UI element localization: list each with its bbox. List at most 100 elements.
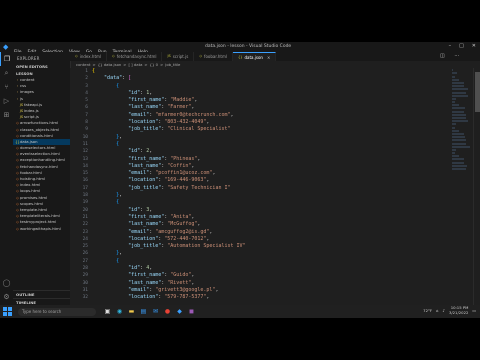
extensions-icon[interactable]: ⊞ <box>0 108 13 122</box>
minimap-line <box>452 136 465 139</box>
breadcrumb-item[interactable]: [ ] data <box>128 62 142 67</box>
code-token: , <box>119 192 123 199</box>
code-token: "pcoffin1@ucoz.com" <box>155 170 213 177</box>
tab-foobar-html[interactable]: ◇ foobar.html <box>194 52 233 61</box>
code-line: "first_name": "Anita", <box>92 214 246 221</box>
close-icon[interactable]: ✕ <box>472 43 476 49</box>
run-debug-icon[interactable]: ▷ <box>0 94 13 108</box>
search-icon[interactable]: ⌕ <box>0 66 13 80</box>
minimap-line <box>452 152 456 155</box>
code-line: { <box>92 141 246 148</box>
project-folder[interactable]: LESSON <box>13 70 70 77</box>
code-line: "email": "grivett3@google.pl", <box>92 287 246 294</box>
code-line: { <box>92 199 246 206</box>
breadcrumb-item[interactable]: {} data.json <box>98 62 122 67</box>
code-token: "last_name" <box>128 279 162 286</box>
code-line: }, <box>92 134 246 141</box>
more-actions-icon[interactable]: ⋯ <box>454 53 463 59</box>
app-icon[interactable]: ◼ <box>188 308 195 315</box>
minimap-line <box>452 110 464 113</box>
volume-icon[interactable]: ♪ <box>443 308 445 313</box>
minimap-line <box>452 75 456 78</box>
tab-data-json[interactable]: {} data.json × <box>233 52 277 61</box>
task-view-icon[interactable]: ▣ <box>104 308 111 315</box>
tab-index-html[interactable]: ◇ index.html <box>70 52 108 61</box>
breadcrumb-item[interactable]: job_title <box>165 62 180 67</box>
minimap[interactable] <box>450 68 472 306</box>
chrome-icon[interactable]: ● <box>164 308 171 315</box>
minimap-line <box>452 155 459 158</box>
tab-label: foobar.html <box>204 54 227 59</box>
tab-script-js[interactable]: JS script.js <box>162 52 195 61</box>
code-token: "amcguffog2@is.gd" <box>155 228 210 235</box>
line-number: 30 <box>82 280 88 286</box>
outline-section[interactable]: OUTLINE <box>13 290 70 298</box>
code-line: "last_name": "Farmer", <box>92 104 246 111</box>
code-line: { <box>92 83 246 90</box>
file-tree: › content › css › images › js JS fakeapi.js JS inde… <box>13 77 70 232</box>
code-token: [ <box>128 75 132 82</box>
minimap-line <box>452 139 466 142</box>
breadcrumb-item[interactable]: {} 0 <box>150 62 158 67</box>
minimap-line <box>452 94 469 97</box>
windows-start-icon[interactable] <box>3 306 13 317</box>
code-line: "id": 3, <box>92 207 246 214</box>
line-number: 6 <box>85 105 88 111</box>
code-token: "572-440-7012" <box>164 235 207 242</box>
tree-item[interactable]: ◇ workingwithapis.html <box>13 226 70 232</box>
file-explorer-icon[interactable]: ▬ <box>128 308 135 315</box>
code-token: , <box>194 97 198 104</box>
code-token: { <box>92 68 96 74</box>
line-number: 19 <box>82 200 88 206</box>
title-bar: ◆ FileEditSelectionViewGoRunTerminalHelp… <box>0 42 480 55</box>
edge-icon[interactable]: ◉ <box>116 308 123 315</box>
maximize-icon[interactable]: □ <box>459 43 464 49</box>
tab-fetchandasync-html[interactable]: ◇ fetchandasync.html <box>107 52 163 61</box>
code-editor[interactable]: 1 2 3 4 5 6 7 8 9 10 11 12 13 14 15 16 17 18 19 20 21 22 23 24 2… <box>70 68 450 306</box>
vscode-taskbar-icon[interactable]: ◆ <box>176 308 183 315</box>
weather-label[interactable]: 72°F <box>423 308 432 313</box>
code-token: "Rivett" <box>167 279 192 286</box>
settings-gear-icon[interactable]: ⚙ <box>0 290 13 304</box>
account-icon[interactable]: ◯ <box>0 276 13 290</box>
network-icon[interactable]: ⌂ <box>436 308 438 313</box>
scroll-thumb[interactable] <box>475 72 480 112</box>
line-number: 7 <box>85 112 88 118</box>
split-editor-icon[interactable]: ◫ <box>440 53 449 59</box>
code-token: "job_title" <box>128 243 162 250</box>
code-line: "id": 2, <box>92 148 246 155</box>
explorer-icon[interactable]: ❐ <box>0 52 13 66</box>
taskbar-search-input[interactable]: Type here to search <box>18 307 96 316</box>
code-token: , <box>206 177 210 184</box>
minimap-line <box>452 88 469 91</box>
breadcrumb-separator: > <box>160 62 164 67</box>
store-icon[interactable]: ▤ <box>140 308 147 315</box>
line-number: 18 <box>82 193 88 199</box>
activity-bar: ❐ ⌕ ⑂ ▷ ⊞ ◯ ⚙ <box>0 52 13 306</box>
breadcrumb: content >{} data.json >[ ] data >{} 0 > job_t… <box>70 61 480 68</box>
code-content[interactable]: { "data": [ { "id": 1, "first_name": "Ma… <box>92 68 246 302</box>
vertical-scrollbar[interactable] <box>473 68 480 306</box>
breadcrumb-item[interactable]: content <box>76 62 91 67</box>
code-line: "data": [ <box>92 75 246 82</box>
code-token: "mfarmer0@techcrunch.com" <box>155 111 231 118</box>
code-token: "McGuffog" <box>167 221 198 228</box>
code-line: "location": "572-440-7012", <box>92 236 246 243</box>
clock[interactable]: 10:15 PM 3/21/2022 <box>449 305 468 315</box>
source-control-icon[interactable]: ⑂ <box>0 80 13 94</box>
code-line: "job_title": "Safety Technician I" <box>92 185 246 192</box>
code-token: { <box>116 199 120 206</box>
minimap-line <box>452 148 456 151</box>
open-editors-section[interactable]: OPEN EDITORS <box>13 63 70 70</box>
mail-icon[interactable]: ✉ <box>152 308 159 315</box>
notifications-icon[interactable]: ▭ <box>472 308 476 313</box>
minimize-icon[interactable]: – <box>449 43 452 49</box>
editor-actions: ◫ ⋯ <box>440 53 476 59</box>
minimap-line <box>452 132 464 135</box>
